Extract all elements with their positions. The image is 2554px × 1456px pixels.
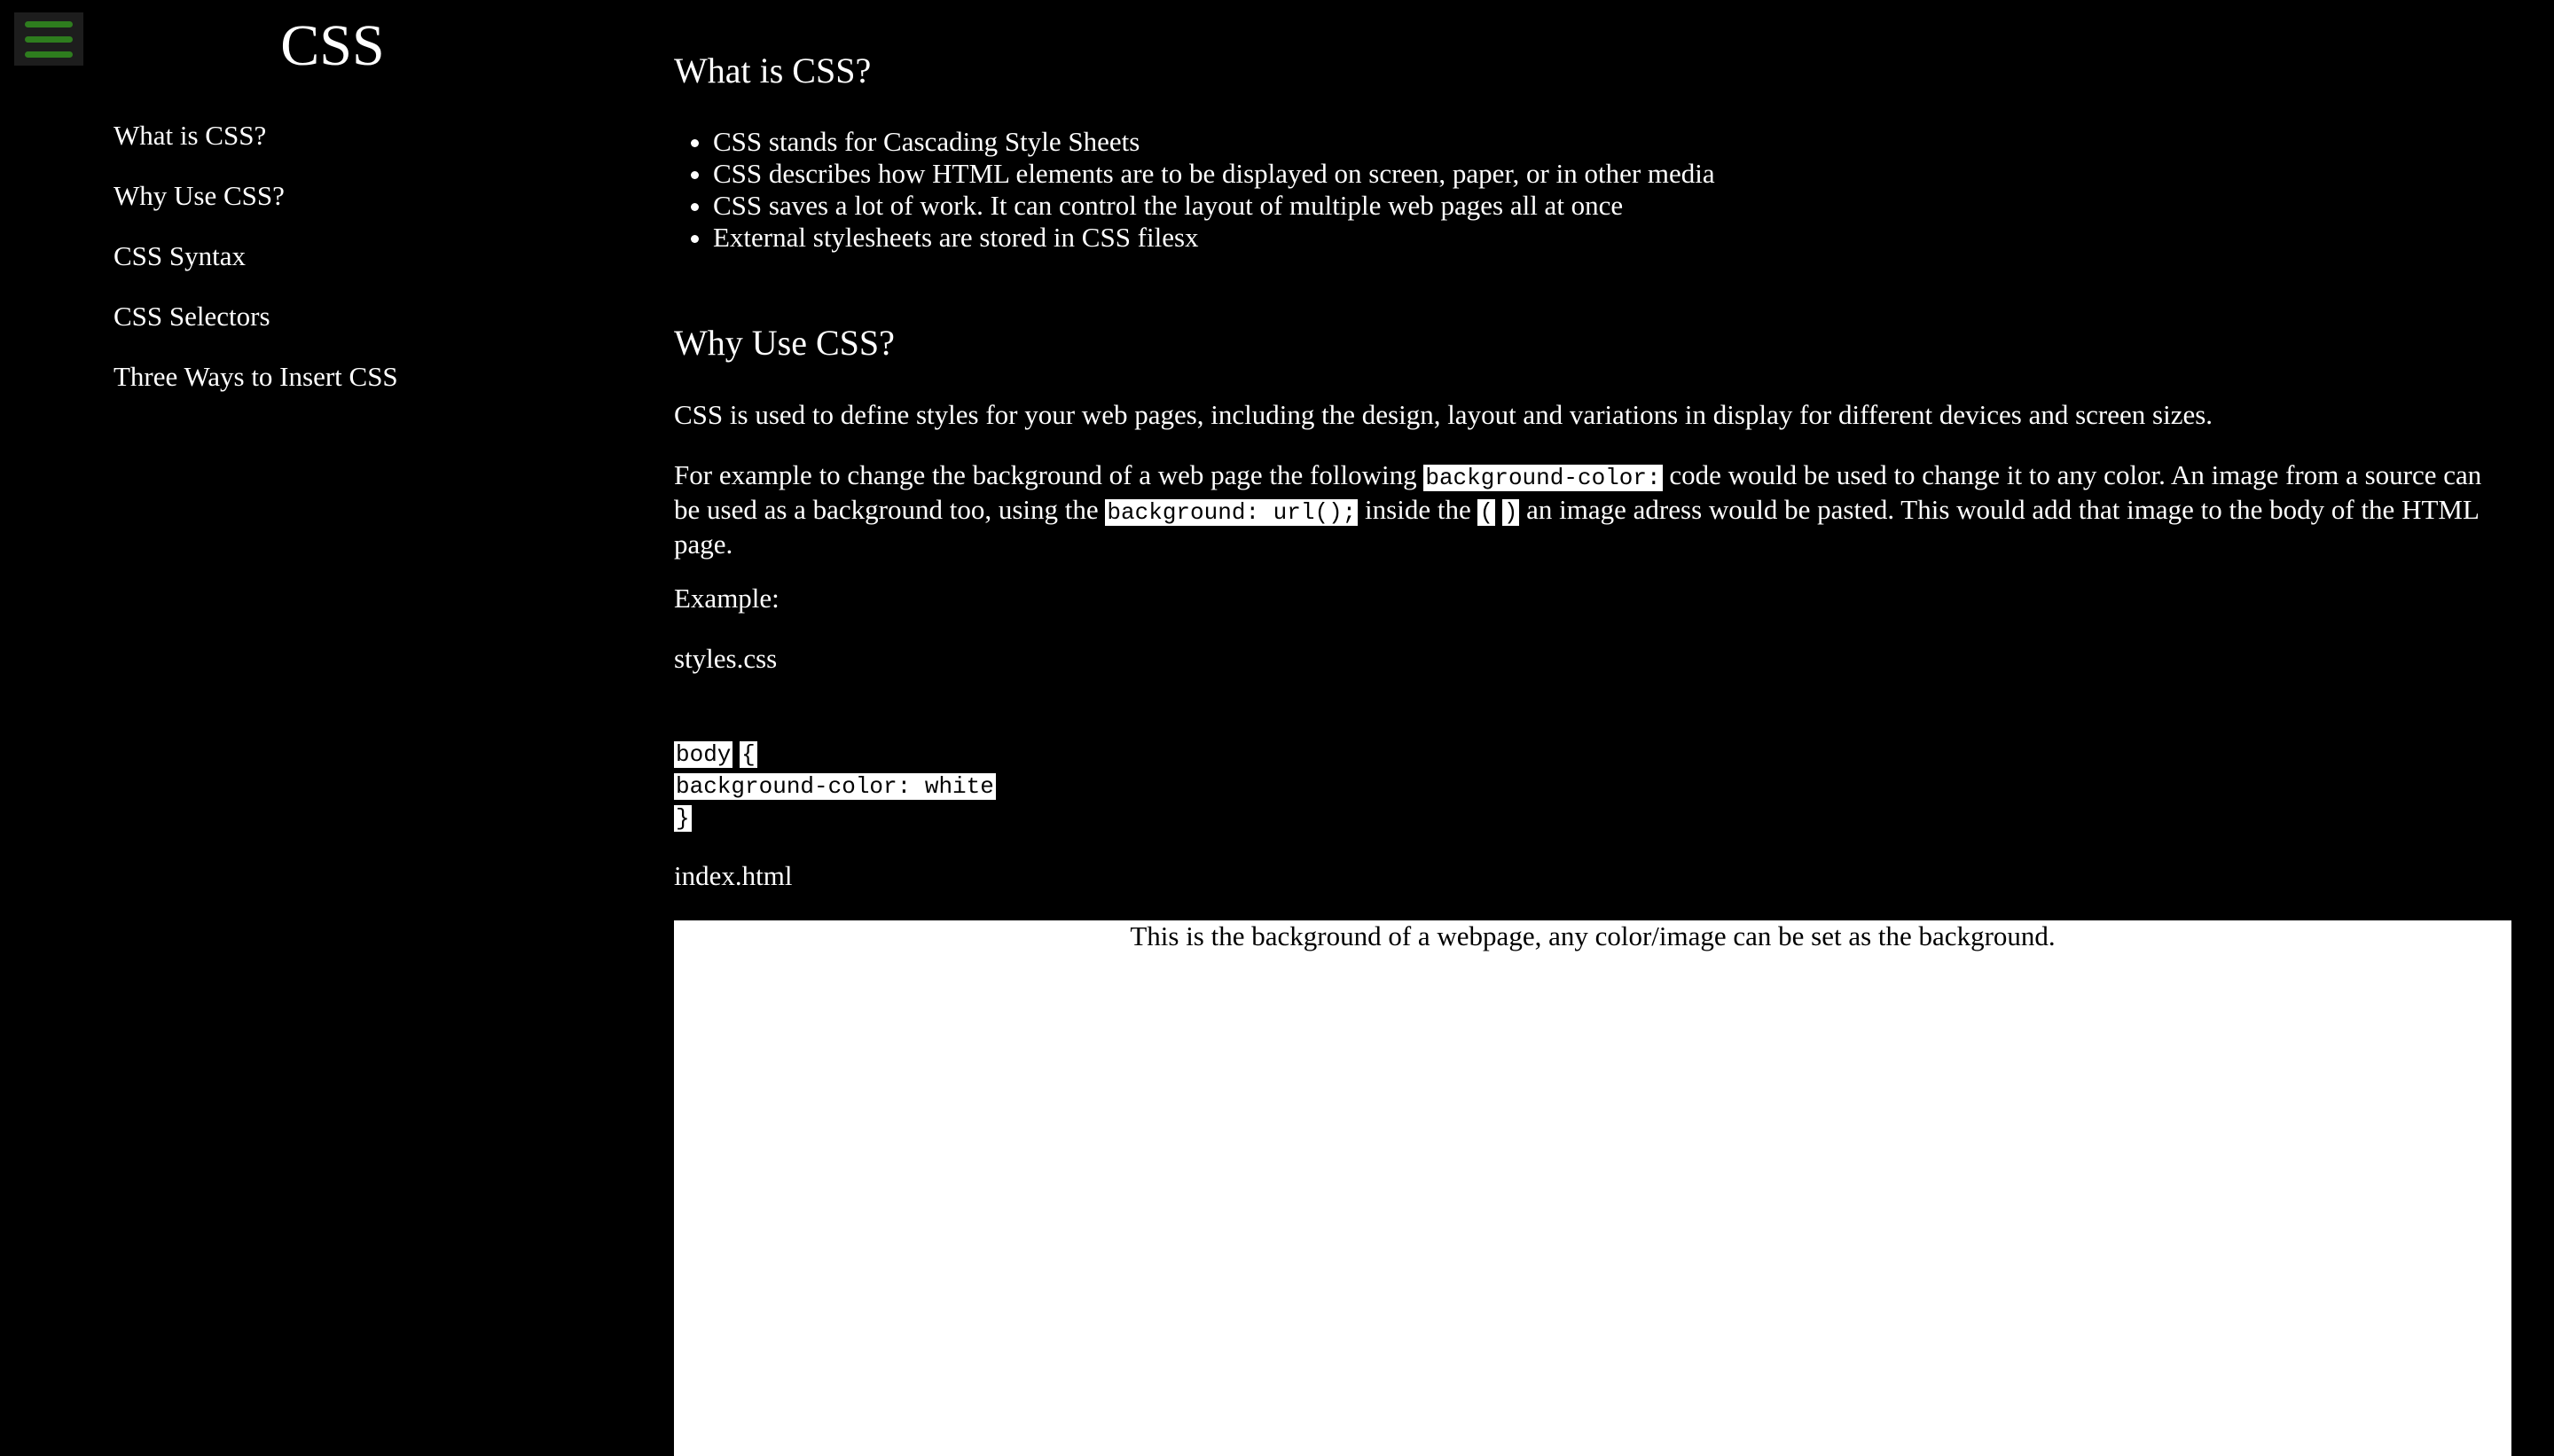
sidebar: CSS What is CSS? Why Use CSS? CSS Syntax… <box>0 0 665 1456</box>
paragraph-text <box>1495 494 1502 525</box>
sidebar-item-three-ways: Three Ways to Insert CSS <box>114 356 398 417</box>
list-item: CSS describes how HTML elements are to b… <box>713 158 2487 190</box>
main-content: What is CSS? CSS stands for Cascading St… <box>674 0 2511 1456</box>
nav-link-css-selectors[interactable]: CSS Selectors <box>114 301 270 332</box>
css-code-block: body { background-color: white } <box>674 736 996 832</box>
code-open-brace: { <box>740 741 757 768</box>
site-title: CSS <box>280 13 385 78</box>
paragraph-text: For example to change the background of … <box>674 459 1424 490</box>
list-item: CSS stands for Cascading Style Sheets <box>713 126 2487 158</box>
sidebar-item-css-selectors: CSS Selectors <box>114 296 398 356</box>
code-background-url: background: url(); <box>1105 499 1359 526</box>
list-item: External stylesheets are stored in CSS f… <box>713 222 2487 254</box>
sidebar-item-what-is-css: What is CSS? <box>114 115 398 176</box>
code-declaration: background-color: white <box>674 773 996 800</box>
heading-why-use-css: Why Use CSS? <box>674 323 895 363</box>
nav-link-three-ways[interactable]: Three Ways to Insert CSS <box>114 361 398 392</box>
code-line: body { <box>674 736 996 768</box>
why-use-intro: CSS is used to define styles for your we… <box>674 399 2213 430</box>
background-preview: This is the background of a webpage, any… <box>674 920 2511 1456</box>
nav-link-what-is-css[interactable]: What is CSS? <box>114 120 266 151</box>
code-line: } <box>674 800 996 832</box>
why-use-example-paragraph: For example to change the background of … <box>674 459 2510 560</box>
what-is-css-list: CSS stands for Cascading Style Sheets CS… <box>674 126 2487 254</box>
sidebar-item-css-syntax: CSS Syntax <box>114 236 398 296</box>
preview-text: This is the background of a webpage, any… <box>1130 920 2056 951</box>
html-file-label: index.html <box>674 860 793 891</box>
paragraph-text: inside the <box>1358 494 1478 525</box>
sidebar-item-why-use-css: Why Use CSS? <box>114 176 398 236</box>
code-selector: body <box>674 741 733 768</box>
nav-link-css-syntax[interactable]: CSS Syntax <box>114 240 246 271</box>
css-file-label: styles.css <box>674 643 778 674</box>
sidebar-nav: What is CSS? Why Use CSS? CSS Syntax CSS… <box>114 115 398 417</box>
list-item: CSS saves a lot of work. It can control … <box>713 190 2487 222</box>
code-close-brace: } <box>674 805 692 832</box>
code-open-paren: ( <box>1477 499 1496 526</box>
code-background-color: background-color: <box>1423 465 1663 491</box>
code-close-paren: ) <box>1501 499 1520 526</box>
nav-link-why-use-css[interactable]: Why Use CSS? <box>114 180 285 211</box>
heading-what-is-css: What is CSS? <box>674 51 872 90</box>
code-line: background-color: white <box>674 768 996 800</box>
example-label: Example: <box>674 583 780 614</box>
